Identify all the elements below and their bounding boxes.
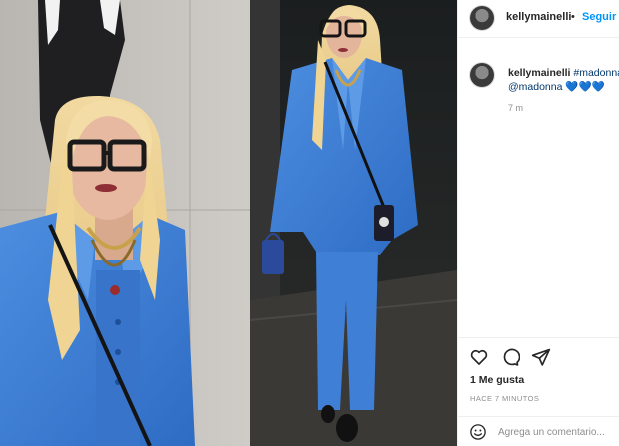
comment-input[interactable] xyxy=(498,424,618,440)
add-comment-bar xyxy=(458,416,619,446)
mention-link[interactable]: @madonna xyxy=(508,81,562,93)
paper-plane-icon[interactable] xyxy=(531,347,551,367)
blue-hearts-emoji: 💙💙💙 xyxy=(565,81,605,93)
post-side-panel: kellymainelli • Seguir kellymainelli #ma… xyxy=(457,0,619,446)
caption-avatar[interactable] xyxy=(470,63,494,87)
post-photo[interactable] xyxy=(0,0,457,446)
post-image xyxy=(0,0,457,446)
caption-text: kellymainelli #madonna @madonna 💙💙💙 xyxy=(508,66,619,94)
caption-username[interactable]: kellymainelli xyxy=(508,67,570,79)
header-separator: • xyxy=(571,11,575,23)
post-timestamp[interactable]: HACE 7 MINUTOS xyxy=(470,394,539,403)
likes-count[interactable]: 1 Me gusta xyxy=(470,374,524,386)
follow-button[interactable]: Seguir xyxy=(582,11,616,23)
smiley-icon[interactable] xyxy=(469,423,487,441)
author-username[interactable]: kellymainelli xyxy=(506,11,571,23)
heart-icon[interactable] xyxy=(469,347,489,367)
post-header: kellymainelli • Seguir xyxy=(458,0,619,38)
comment-icon[interactable] xyxy=(500,347,520,367)
hashtag-link[interactable]: #madonna xyxy=(573,67,619,79)
author-avatar[interactable] xyxy=(470,6,494,30)
caption-time: 7 m xyxy=(508,103,524,113)
